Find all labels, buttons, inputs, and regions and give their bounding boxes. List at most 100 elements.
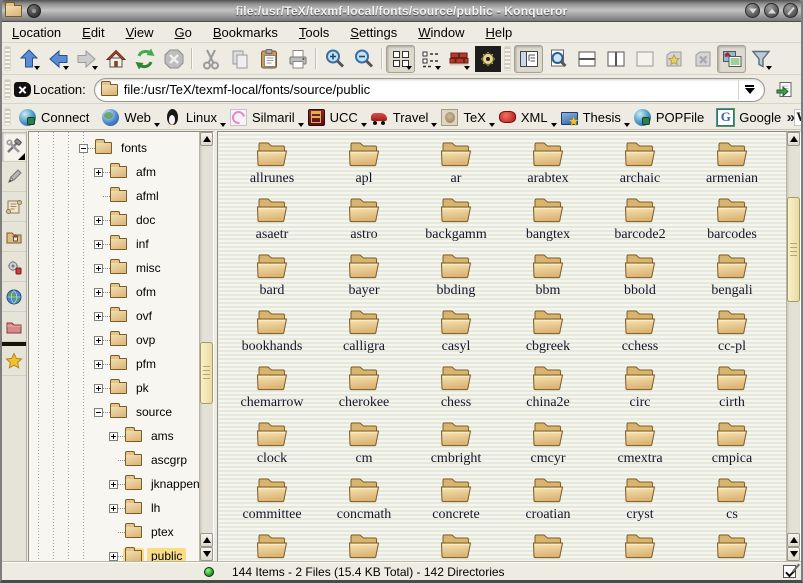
sidebar-tab-root-folder[interactable]	[2, 312, 26, 342]
scrollbar-thumb[interactable]	[787, 197, 800, 302]
bookmark-google[interactable]: GGoogle	[712, 107, 789, 128]
show-sidebar-button[interactable]	[514, 45, 543, 73]
folder-item-bard[interactable]: bard	[226, 248, 318, 304]
tree-item-ovp[interactable]: ovp	[94, 328, 159, 352]
scroll-up-button[interactable]	[787, 533, 800, 547]
cut-button-disabled[interactable]	[196, 45, 225, 73]
tree-item-afml[interactable]: afml	[94, 184, 163, 208]
sidebar-tab-network[interactable]	[2, 282, 26, 312]
folder-item-bbding[interactable]: bbding	[410, 248, 502, 304]
close-view-button[interactable]	[630, 45, 659, 73]
folder-item-cs[interactable]: cs	[686, 472, 778, 528]
location-dropdown-arrow[interactable]	[738, 80, 760, 100]
scroll-up-button[interactable]	[787, 132, 800, 146]
scroll-up-button[interactable]	[200, 533, 213, 547]
folder-item-bookhands[interactable]: bookhands	[226, 304, 318, 360]
bookmark-connect[interactable]: Connect	[14, 107, 97, 128]
sidebar-tab-services[interactable]	[2, 252, 26, 282]
folder-item-cryst[interactable]: cryst	[594, 472, 686, 528]
menu-view[interactable]: View	[126, 25, 154, 40]
tree-item-public[interactable]: public	[109, 544, 186, 562]
tree-item-afm[interactable]: afm	[94, 160, 160, 184]
expander-minus-icon[interactable]	[94, 408, 103, 417]
folder-item-casyl[interactable]: casyl	[410, 304, 502, 360]
folder-item-cmextra[interactable]: cmextra	[594, 416, 686, 472]
image-preview-button[interactable]	[717, 45, 746, 73]
list-view-button[interactable]	[415, 45, 444, 73]
expander-plus-icon[interactable]	[94, 336, 103, 345]
location-combobox[interactable]	[94, 78, 765, 102]
clear-location-icon[interactable]	[14, 82, 31, 97]
tree-item-inf[interactable]: inf	[94, 232, 153, 256]
tree-item-source[interactable]: source	[94, 400, 176, 424]
go-button[interactable]	[771, 78, 797, 102]
folder-item-cc-pl[interactable]: cc-pl	[686, 304, 778, 360]
find-button[interactable]	[543, 45, 572, 73]
bookmark-silmaril[interactable]: Silmaril	[225, 107, 303, 128]
back-button[interactable]	[43, 45, 72, 73]
zoom-out-button[interactable]	[349, 45, 378, 73]
folder-item-allrunes[interactable]: allrunes	[226, 136, 318, 192]
folder-item[interactable]	[226, 528, 318, 561]
folder-item-chess[interactable]: chess	[410, 360, 502, 416]
expander-plus-icon[interactable]	[94, 240, 103, 249]
folder-item-asaetr[interactable]: asaetr	[226, 192, 318, 248]
folder-item[interactable]	[410, 528, 502, 561]
statusbar-check-pencil-icon[interactable]	[783, 565, 796, 578]
folder-item-bbm[interactable]: bbm	[502, 248, 594, 304]
expander-plus-icon[interactable]	[109, 552, 118, 561]
tree-item-jknappen[interactable]: jknappen	[109, 472, 204, 496]
folder-item-cmbright[interactable]: cmbright	[410, 416, 502, 472]
toolbar-handle[interactable]	[4, 108, 11, 127]
tree-item-misc[interactable]: misc	[94, 256, 165, 280]
expander-plus-icon[interactable]	[94, 264, 103, 273]
split-left-right-button[interactable]	[601, 45, 630, 73]
scroll-up-button[interactable]	[200, 132, 213, 146]
tree-item-pk[interactable]: pk	[94, 376, 153, 400]
sidebar-tab-pencil[interactable]	[2, 162, 26, 192]
menu-settings[interactable]: Settings	[350, 25, 397, 40]
expander-minus-icon[interactable]	[79, 144, 88, 153]
toolbar-handle[interactable]	[4, 79, 11, 100]
folder-item-cirth[interactable]: cirth	[686, 360, 778, 416]
bookmark-ucc[interactable]: UCC	[303, 107, 366, 128]
folder-item[interactable]	[502, 528, 594, 561]
folder-item-barcode2[interactable]: barcode2	[594, 192, 686, 248]
forward-button-disabled[interactable]	[72, 45, 101, 73]
folder-item-bangtex[interactable]: bangtex	[502, 192, 594, 248]
folder-item-ar[interactable]: ar	[410, 136, 502, 192]
split-top-bottom-button[interactable]	[572, 45, 601, 73]
tree-item-fonts[interactable]: fonts	[79, 136, 151, 160]
tree-item-ofm[interactable]: ofm	[94, 280, 160, 304]
folder-item-cmcyr[interactable]: cmcyr	[502, 416, 594, 472]
folder-item[interactable]	[594, 528, 686, 561]
tree-item-ams[interactable]: ams	[109, 424, 178, 448]
reload-button[interactable]	[130, 45, 159, 73]
folder-item-concmath[interactable]: concmath	[318, 472, 410, 528]
bookmark-web[interactable]: Web	[97, 107, 159, 128]
folder-item[interactable]	[686, 528, 778, 561]
folder-item-archaic[interactable]: archaic	[594, 136, 686, 192]
sticky-button[interactable]	[27, 4, 41, 18]
up-button[interactable]	[14, 45, 43, 73]
tree-item-doc[interactable]: doc	[94, 208, 159, 232]
folder-item-bbold[interactable]: bbold	[594, 248, 686, 304]
folder-item-bengali[interactable]: bengali	[686, 248, 778, 304]
folder-item-astro[interactable]: astro	[318, 192, 410, 248]
icon-view-button[interactable]	[386, 45, 415, 73]
expander-plus-icon[interactable]	[109, 432, 118, 441]
minimize-button[interactable]	[745, 3, 760, 18]
folder-item-circ[interactable]: circ	[594, 360, 686, 416]
bookmark-thesis[interactable]: ★Thesis	[556, 107, 629, 128]
sidebar-tab-history[interactable]	[2, 192, 26, 222]
menu-location[interactable]: Location	[12, 25, 61, 40]
folder-item-cm[interactable]: cm	[318, 416, 410, 472]
toolbar-handle[interactable]	[504, 46, 511, 70]
expander-plus-icon[interactable]	[94, 288, 103, 297]
menu-help[interactable]: Help	[486, 25, 513, 40]
folder-item-concrete[interactable]: concrete	[410, 472, 502, 528]
paste-button[interactable]	[254, 45, 283, 73]
sidebar-tab-home-folder[interactable]	[2, 222, 26, 252]
folder-item-backgamm[interactable]: backgamm	[410, 192, 502, 248]
folder-item-committee[interactable]: committee	[226, 472, 318, 528]
